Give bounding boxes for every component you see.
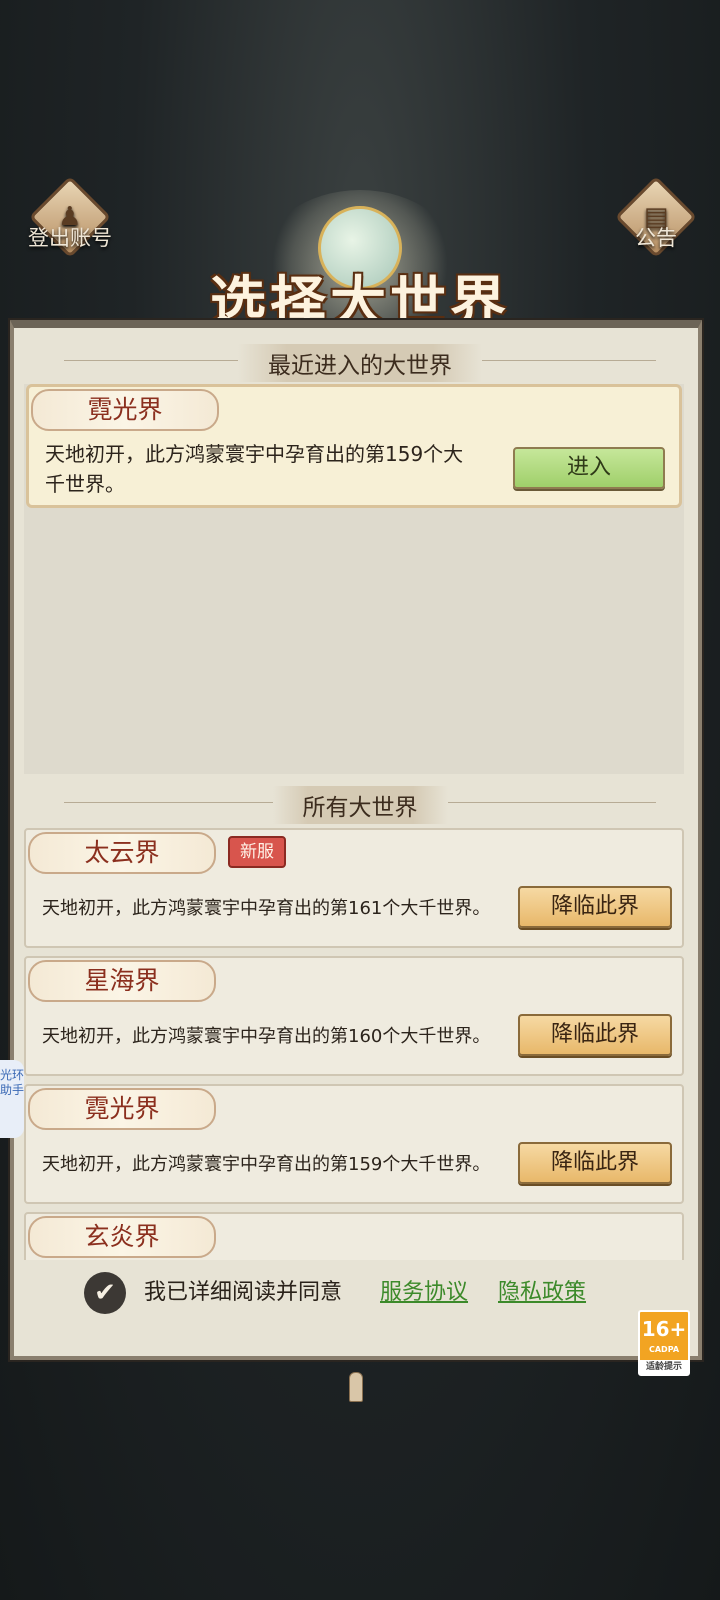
world-name-tag: 星海界 xyxy=(28,960,216,1002)
world-description: 天地初开，此方鸿蒙寰宇中孕育出的第161个大千世界。 xyxy=(42,898,491,919)
recent-section-header: 最近进入的大世界 xyxy=(64,344,656,382)
service-agreement-link[interactable]: 服务协议 xyxy=(380,1268,468,1318)
world-description: 天地初开，此方鸿蒙寰宇中孕育出的第159个大千世界。 xyxy=(42,1154,491,1175)
world-description: 天地初开，此方鸿蒙寰宇中孕育出的第159个大 千世界。 xyxy=(45,439,463,499)
title-banner: 选择大世界 xyxy=(170,190,550,340)
agreement-text: 我已详细阅读并同意 xyxy=(144,1280,343,1305)
enter-button[interactable]: 进入 xyxy=(513,447,665,489)
age-rating-badge[interactable]: 16+ CADPA 适龄提示 xyxy=(638,1310,690,1376)
descend-button[interactable]: 降临此界 xyxy=(518,886,672,928)
world-card-niguang: 霓光界 天地初开，此方鸿蒙寰宇中孕育出的第159个大千世界。 降临此界 xyxy=(24,1084,684,1204)
world-description-line2: 千世界。 xyxy=(45,472,125,496)
age-rating-label: 适龄提示 xyxy=(640,1360,688,1374)
all-section-title: 所有大世界 xyxy=(272,786,448,824)
helper-side-tab[interactable]: 光环助手 xyxy=(0,1060,24,1138)
descend-button[interactable]: 降临此界 xyxy=(518,1142,672,1184)
descend-button[interactable]: 降临此界 xyxy=(518,1014,672,1056)
agreement-row: ✔ 我已详细阅读并同意 服务协议 隐私政策 xyxy=(84,1268,644,1318)
recent-world-area: 霓光界 天地初开，此方鸿蒙寰宇中孕育出的第159个大 千世界。 进入 xyxy=(24,384,684,774)
agree-checkbox[interactable]: ✔ xyxy=(84,1272,126,1314)
logout-label: 登出账号 xyxy=(28,226,112,250)
age-rating: 16+ xyxy=(641,1317,687,1341)
world-card-xuanyan: 玄炎界 xyxy=(24,1212,684,1260)
world-name-tag: 玄炎界 xyxy=(28,1216,216,1258)
world-name-tag: 霓光界 xyxy=(28,1088,216,1130)
bell-icon xyxy=(349,1372,363,1402)
world-description: 天地初开，此方鸿蒙寰宇中孕育出的第160个大千世界。 xyxy=(42,1026,491,1047)
new-server-badge: 新服 xyxy=(228,836,286,868)
world-select-panel: 最近进入的大世界 霓光界 天地初开，此方鸿蒙寰宇中孕育出的第159个大 千世界。… xyxy=(10,320,702,1360)
all-section-header: 所有大世界 xyxy=(64,786,656,824)
notice-button[interactable]: ▤ 公告 xyxy=(608,175,704,276)
notice-label: 公告 xyxy=(635,226,677,250)
age-rating-org: CADPA xyxy=(648,1345,680,1354)
recent-section-title: 最近进入的大世界 xyxy=(238,344,482,382)
recent-world-card: 霓光界 天地初开，此方鸿蒙寰宇中孕育出的第159个大 千世界。 进入 xyxy=(26,384,682,508)
world-name-tag: 霓光界 xyxy=(31,389,219,431)
world-list[interactable]: 太云界 新服 天地初开，此方鸿蒙寰宇中孕育出的第161个大千世界。 降临此界 星… xyxy=(24,828,684,1260)
logout-button[interactable]: ♟ 登出账号 xyxy=(22,175,118,276)
world-card-xinghai: 星海界 天地初开，此方鸿蒙寰宇中孕育出的第160个大千世界。 降临此界 xyxy=(24,956,684,1076)
world-card-taiyun: 太云界 新服 天地初开，此方鸿蒙寰宇中孕育出的第161个大千世界。 降临此界 xyxy=(24,828,684,948)
world-description-line1: 天地初开，此方鸿蒙寰宇中孕育出的第159个大 xyxy=(45,442,464,466)
world-name-tag: 太云界 xyxy=(28,832,216,874)
privacy-policy-link[interactable]: 隐私政策 xyxy=(498,1268,586,1318)
